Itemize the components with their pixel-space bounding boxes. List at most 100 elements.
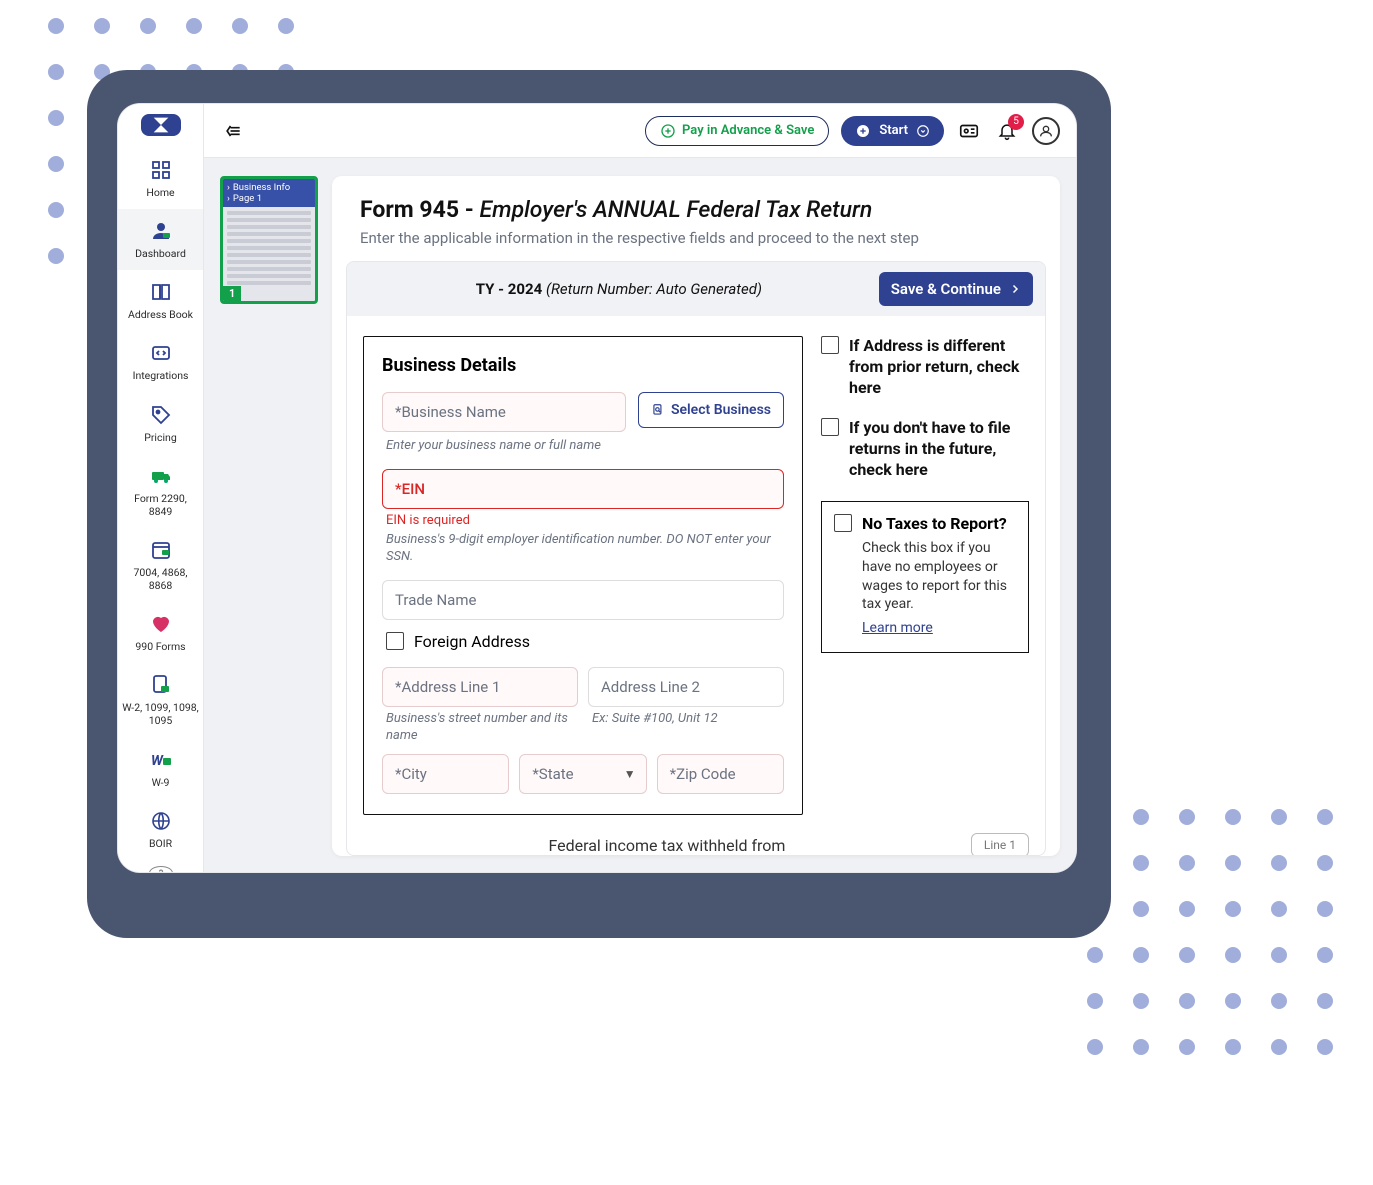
start-button[interactable]: Start [841, 116, 944, 146]
address-line1-input[interactable]: *Address Line 1 [382, 667, 578, 707]
address-line2-hint: Ex: Suite #100, Unit 12 [592, 711, 784, 728]
app-window: Home Dashboard Address Book Integrations [118, 104, 1076, 872]
document-icon [149, 673, 173, 697]
decorative-dots-br [1087, 809, 1333, 1055]
menu-collapse-icon[interactable] [220, 118, 246, 144]
nav-label: Dashboard [135, 247, 186, 260]
heart-icon [149, 612, 173, 636]
start-label: Start [879, 123, 908, 138]
form-subtitle: Enter the applicable information in the … [360, 229, 1032, 247]
nav-7004[interactable]: 7004, 4868, 8868 [118, 528, 203, 602]
checkbox-icon [834, 514, 852, 532]
ty-year: TY - 2024 [476, 280, 543, 298]
id-card-icon[interactable] [956, 118, 982, 144]
thumb-page-label: Page 1 [233, 193, 262, 204]
page-thumbnail[interactable]: ›Business Info ›Page 1 1 [220, 176, 318, 304]
form-title-em: Employer's ANNUAL Federal Tax Return [480, 196, 873, 223]
zip-input[interactable]: *Zip Code [657, 754, 784, 794]
address-different-label: If Address is different from prior retur… [849, 336, 1029, 398]
state-select[interactable]: *State ▼ [519, 754, 646, 794]
no-taxes-box: No Taxes to Report? Check this box if yo… [821, 501, 1029, 654]
topbar: Pay in Advance & Save Start 5 [204, 104, 1076, 158]
select-business-button[interactable]: Select Business [638, 392, 784, 428]
thumbnail-header: ›Business Info ›Page 1 [223, 179, 315, 207]
person-icon [1038, 123, 1054, 139]
business-details-heading: Business Details [382, 355, 784, 376]
business-name-input[interactable]: *Business Name [382, 392, 626, 432]
tag-icon [149, 403, 173, 427]
nav-990-forms[interactable]: 990 Forms [118, 602, 203, 663]
chevron-right-icon: › [227, 182, 230, 193]
main-column: Pay in Advance & Save Start 5 [204, 104, 1076, 872]
select-business-label: Select Business [671, 402, 771, 418]
nav-label: Form 2290, 8849 [134, 492, 187, 518]
save-continue-button[interactable]: Save & Continue [879, 272, 1033, 306]
nav-label: BOIR [149, 837, 172, 850]
sidebar: Home Dashboard Address Book Integrations [118, 104, 204, 872]
tax-year-label: TY - 2024 (Return Number: Auto Generated… [359, 280, 879, 298]
line1-field[interactable]: Line 1 [971, 833, 1029, 856]
globe-icon [149, 809, 173, 833]
business-details-panel: Business Details *Business Name Select B… [363, 336, 803, 815]
no-taxes-checkbox[interactable]: No Taxes to Report? Check this box if yo… [834, 514, 1016, 637]
learn-more-link[interactable]: Learn more [862, 620, 933, 636]
notifications-button[interactable]: 5 [994, 118, 1020, 144]
plus-circle-icon [660, 123, 676, 139]
nav-w2-1099[interactable]: W-2, 1099, 1098, 1095 [118, 663, 203, 737]
nav-label: Home [146, 186, 174, 199]
nav-pricing[interactable]: Pricing [118, 393, 203, 454]
search-doc-icon [651, 403, 665, 417]
trade-name-input[interactable]: Trade Name [382, 580, 784, 620]
nav-dashboard[interactable]: Dashboard [118, 209, 203, 270]
nav-boir[interactable]: BOIR [118, 799, 203, 860]
address-different-checkbox[interactable]: If Address is different from prior retur… [821, 336, 1029, 398]
return-number: (Return Number: Auto Generated) [546, 280, 762, 298]
nav-label: Address Book [128, 308, 193, 321]
truck-icon [149, 464, 173, 488]
content-area: ›Business Info ›Page 1 1 Form 945 - [204, 158, 1076, 872]
form-panel: Form 945 - Employer's ANNUAL Federal Tax… [332, 176, 1060, 856]
nav-label: Pricing [144, 431, 176, 444]
chevron-down-icon: ▼ [624, 767, 636, 781]
form-section: TY - 2024 (Return Number: Auto Generated… [346, 261, 1046, 856]
checkbox-icon [821, 418, 839, 436]
book-icon [149, 280, 173, 304]
chevron-right-icon: › [227, 193, 230, 204]
city-input[interactable]: *City [382, 754, 509, 794]
user-avatar[interactable] [1032, 117, 1060, 145]
form-title-strong: Form 945 - [360, 196, 474, 223]
chevron-right-icon [1009, 283, 1021, 295]
plus-circle-filled-icon [855, 123, 871, 139]
nav-home[interactable]: Home [118, 148, 203, 209]
thumbnail-preview [223, 207, 315, 292]
thumb-biz-label: Business Info [233, 182, 290, 193]
foreign-address-checkbox-row[interactable]: Foreign Address [386, 632, 784, 651]
ein-input[interactable]: *EIN [382, 469, 784, 509]
page-title: Form 945 - Employer's ANNUAL Federal Tax… [360, 196, 1032, 223]
address-line2-input[interactable]: Address Line 2 [588, 667, 784, 707]
nav-address-book[interactable]: Address Book [118, 270, 203, 331]
calendar-icon [149, 538, 173, 562]
no-future-file-checkbox[interactable]: If you don't have to file returns in the… [821, 418, 1029, 480]
nav-integrations[interactable]: Integrations [118, 331, 203, 392]
section-body: Business Details *Business Name Select B… [347, 316, 1045, 815]
nav-label: W-2, 1099, 1098, 1095 [122, 701, 198, 727]
no-taxes-body: Check this box if you have no employees … [862, 539, 1016, 615]
help-button[interactable] [149, 866, 173, 872]
business-name-hint: Enter your business name or full name [386, 438, 784, 455]
pay-advance-button[interactable]: Pay in Advance & Save [645, 116, 829, 146]
right-checkbox-column: If Address is different from prior retur… [821, 336, 1029, 815]
nav-w9[interactable]: W W-9 [118, 738, 203, 799]
thumbnail-number-badge: 1 [223, 286, 241, 301]
nav-form-2290[interactable]: Form 2290, 8849 [118, 454, 203, 528]
w9-icon: W [149, 748, 173, 772]
page-thumbnail-column: ›Business Info ›Page 1 1 [220, 176, 318, 856]
save-continue-label: Save & Continue [891, 280, 1001, 298]
section-bar: TY - 2024 (Return Number: Auto Generated… [347, 262, 1045, 316]
notification-count-badge: 5 [1008, 114, 1024, 130]
federal-withheld-row: Federal income tax withheld from Line 1 [347, 833, 1045, 856]
ein-hint: Business's 9-digit employer identificati… [386, 532, 784, 566]
code-icon [149, 341, 173, 365]
app-logo[interactable] [141, 114, 181, 136]
nav-label: 7004, 4868, 8868 [134, 566, 188, 592]
